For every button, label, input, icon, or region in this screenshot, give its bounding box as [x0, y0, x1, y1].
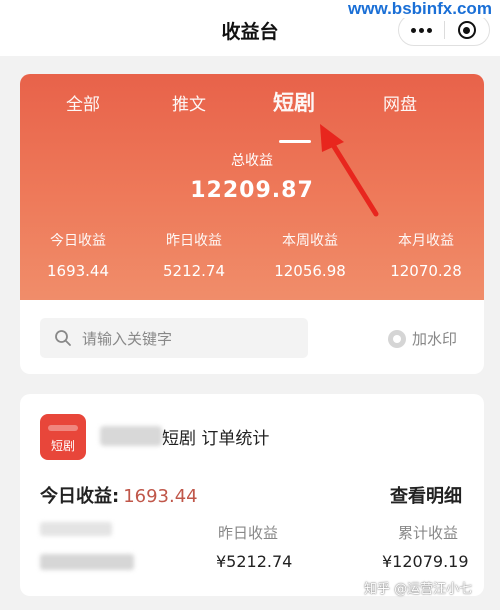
- total-earnings-label: 总收益: [231, 153, 273, 169]
- tab-all[interactable]: 全部: [66, 90, 100, 115]
- app-icon-label: 短剧: [50, 439, 75, 453]
- cumulative-earnings-label: 累计收益: [398, 524, 459, 542]
- stat-value: 1693.44: [46, 262, 110, 280]
- add-watermark-label: 加水印: [412, 330, 458, 348]
- yesterday-earnings-label: 昨日收益: [218, 524, 279, 542]
- category-tabs: 全部 推文 短剧 网盘: [20, 87, 484, 143]
- add-watermark-toggle[interactable]: 加水印: [388, 328, 457, 349]
- yesterday-earnings-value: ¥5212.74: [216, 552, 293, 571]
- order-stats-title: 短剧 订单统计: [162, 429, 270, 449]
- search-icon: [55, 330, 71, 346]
- earnings-hero: 全部 推文 短剧 网盘 总收益 12209.87 今日收益 1693.44 昨日…: [20, 74, 484, 300]
- blurred-update-label: [40, 522, 112, 536]
- stat-value: 12056.98: [274, 262, 346, 280]
- stat-this-month: 本月收益 12070.28: [368, 230, 484, 280]
- stat-value: 12070.28: [390, 262, 462, 280]
- stat-today: 今日收益 1693.44: [20, 230, 136, 280]
- cumulative-earnings-value: ¥12079.19: [382, 552, 469, 571]
- tab-netdisk[interactable]: 网盘: [383, 90, 417, 115]
- stat-label: 今日收益: [50, 233, 106, 249]
- site-watermark: www.bsbinfx.com: [340, 0, 500, 18]
- order-stats-card: 短剧 短剧 订单统计 今日收益: 1693.44 查看明细 昨日收益 ¥5212.…: [20, 394, 484, 596]
- tab-articles[interactable]: 推文: [172, 90, 206, 115]
- earnings-summary-card: 全部 推文 短剧 网盘 总收益 12209.87 今日收益 1693.44 昨日…: [20, 74, 484, 374]
- zhihu-watermark: 知乎 @运营汪小七: [364, 582, 473, 597]
- toggle-icon: [388, 329, 406, 348]
- more-icon[interactable]: [399, 27, 444, 33]
- tab-short-drama[interactable]: 短剧: [273, 87, 315, 117]
- active-tab-indicator: [279, 140, 311, 143]
- stat-label: 本月收益: [398, 233, 454, 249]
- search-placeholder: 请输入关键字: [82, 329, 173, 348]
- short-drama-app-icon: 短剧: [40, 414, 86, 460]
- today-earnings-row: 今日收益: 1693.44: [40, 482, 198, 508]
- mini-program-capsule: [398, 14, 490, 46]
- view-details-link[interactable]: 查看明细: [390, 482, 462, 508]
- stat-label: 昨日收益: [166, 233, 222, 249]
- stat-value: 5212.74: [162, 262, 226, 280]
- stat-this-week: 本周收益 12056.98: [252, 230, 368, 280]
- stat-label: 本周收益: [282, 233, 338, 249]
- today-earnings-label: 今日收益:: [40, 486, 120, 507]
- close-miniprogram-icon[interactable]: [445, 21, 489, 39]
- stat-yesterday: 昨日收益 5212.74: [136, 230, 252, 280]
- today-earnings-amount: 1693.44: [123, 486, 198, 507]
- search-input[interactable]: 请输入关键字: [40, 318, 308, 358]
- blurred-update-date: [40, 554, 134, 570]
- blurred-app-name: [100, 426, 162, 446]
- total-earnings-value: 12209.87: [190, 178, 314, 203]
